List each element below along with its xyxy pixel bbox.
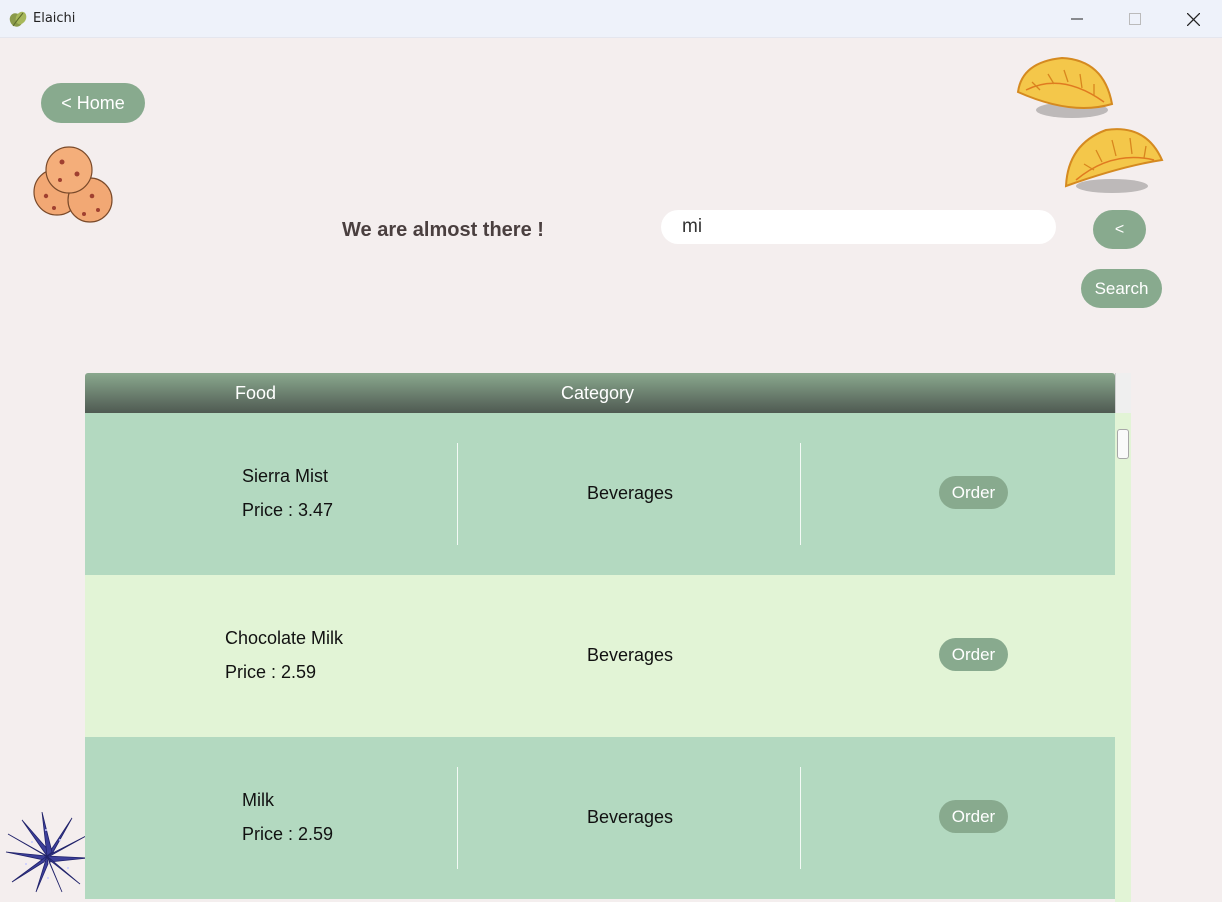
column-divider [800,767,801,869]
empanada-icon [1016,56,1114,118]
order-button[interactable]: Order [939,476,1008,509]
order-button[interactable]: Order [939,638,1008,671]
close-button[interactable] [1164,0,1222,38]
column-divider [800,443,801,545]
food-category: Beverages [587,807,674,827]
table-row: Milk Price : 2.59 Beverages Order [85,737,1115,899]
title-bar: Elaichi [0,0,1222,38]
food-price: Price : 2.59 [225,662,316,683]
minimize-icon [1071,18,1083,20]
price-label: Price : [242,824,299,844]
column-divider [457,443,458,545]
food-price: Price : 2.59 [242,824,333,845]
search-button[interactable]: Search [1081,269,1162,308]
price-label: Price : [242,500,299,520]
food-table: Food Category Sierra Mist Price : 3.47 B… [85,373,1131,902]
minimize-button[interactable] [1048,0,1106,38]
plant-icon [5,812,89,893]
column-divider [457,767,458,869]
scrollbar-thumb[interactable] [1117,429,1129,459]
back-button[interactable]: < [1093,210,1146,249]
main-content: < Home We are almost there ! mi < Search… [0,38,1222,902]
leaf-app-icon [9,11,27,27]
food-name: Chocolate Milk [225,628,344,648]
food-name: Milk [242,790,274,810]
table-row: Chocolate Milk Price : 2.59 Beverages Or… [85,575,1115,737]
food-price: Price : 3.47 [242,500,333,521]
table-header: Food Category [85,373,1115,413]
table-row: Sierra Mist Price : 3.47 Beverages Order [85,413,1115,575]
maximize-button[interactable] [1106,0,1164,38]
column-header-food: Food [235,383,277,403]
maximize-icon [1129,13,1141,25]
cookies-icon [33,146,113,223]
order-button[interactable]: Order [939,800,1008,833]
column-header-category: Category [561,383,635,403]
page-heading: We are almost there ! [342,219,544,241]
home-button[interactable]: < Home [41,83,145,123]
close-icon [1186,12,1200,26]
window-title: Elaichi [33,11,76,26]
food-name: Sierra Mist [242,466,329,486]
price-label: Price : [225,662,282,682]
empanada-icon [1064,128,1164,193]
price-value: 3.47 [298,500,334,520]
table-scrollbar[interactable] [1115,373,1131,902]
search-input[interactable] [661,210,1056,244]
scrollbar-header-cap [1115,373,1131,413]
price-value: 2.59 [298,824,334,844]
food-category: Beverages [587,645,674,665]
price-value: 2.59 [281,662,317,682]
food-category: Beverages [587,483,674,503]
